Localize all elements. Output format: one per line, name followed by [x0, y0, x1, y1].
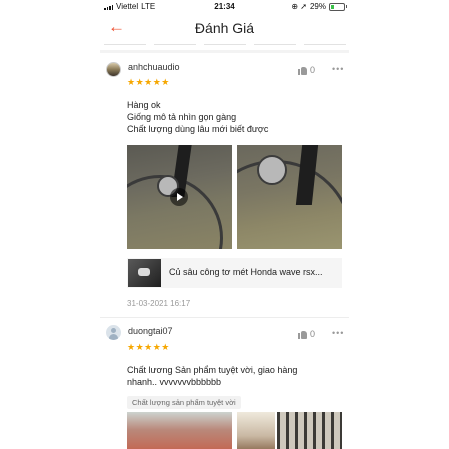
thumbs-up-icon: [298, 66, 307, 75]
more-options-icon[interactable]: •••: [332, 328, 344, 338]
review-line: nhanh.. vvvvvvvbbbbbb: [127, 377, 222, 387]
review-video-thumbnail[interactable]: [127, 145, 232, 249]
filter-tab[interactable]: [204, 42, 246, 45]
review-line: Chất lượng dùng lâu mới biết được: [127, 124, 269, 134]
wheel-shape: [237, 160, 342, 249]
review-photo[interactable]: [127, 412, 232, 449]
product-link[interactable]: Củ sâu công tơ mét Honda wave rsx...: [127, 258, 342, 288]
status-bar: Viettel LTE 21:34 ⊕ ➚ 29%: [100, 0, 349, 14]
filter-tabs: [100, 42, 349, 46]
review-divider: [100, 317, 349, 318]
star-rating: ★★★★★: [127, 77, 170, 87]
review-line: Giống mô tả nhìn gọn gàng: [127, 112, 237, 122]
filter-tab[interactable]: [154, 42, 196, 45]
review-username[interactable]: anhchuaudio: [128, 62, 180, 72]
like-count: 0: [310, 65, 316, 75]
like-count: 0: [310, 329, 316, 339]
review-tag: Chất lượng sản phẩm tuyệt vời: [127, 396, 241, 409]
review-line: Chất lương Sản phẩm tuyệt vời, giao hàng: [127, 365, 298, 375]
hub-shape: [257, 155, 287, 185]
like-button[interactable]: 0: [298, 329, 315, 339]
section-separator: [100, 50, 349, 53]
review-photo[interactable]: [237, 412, 275, 449]
product-name: Củ sâu công tơ mét Honda wave rsx...: [169, 267, 323, 277]
page-title: Đánh Giá: [194, 20, 255, 36]
top-bar: ← Đánh Giá: [100, 14, 349, 42]
avatar[interactable]: [106, 62, 121, 77]
review-date: 31-03-2021 16:17: [127, 299, 191, 308]
battery-icon: [329, 2, 347, 11]
review-username[interactable]: duongtai07: [128, 326, 173, 336]
like-button[interactable]: 0: [298, 65, 315, 75]
play-icon[interactable]: [170, 188, 188, 206]
status-right: ⊕ ➚ 29%: [291, 2, 347, 11]
app-screen: Viettel LTE 21:34 ⊕ ➚ 29% ← Đánh Giá anh…: [100, 0, 349, 449]
review-photo[interactable]: [277, 412, 342, 449]
review-photo[interactable]: [237, 145, 342, 249]
product-thumbnail: [128, 259, 161, 287]
battery-percent: 29%: [309, 2, 326, 11]
location-icon: ⊕ ➚: [291, 2, 307, 11]
avatar[interactable]: [106, 325, 121, 340]
filter-tab[interactable]: [254, 42, 296, 45]
thumbs-up-icon: [298, 330, 307, 339]
more-options-icon[interactable]: •••: [332, 64, 344, 74]
filter-tab[interactable]: [304, 42, 346, 45]
filter-tab[interactable]: [104, 42, 146, 45]
battery-level: [331, 4, 335, 9]
star-rating: ★★★★★: [127, 342, 170, 352]
review-line: Hàng ok: [127, 100, 161, 110]
